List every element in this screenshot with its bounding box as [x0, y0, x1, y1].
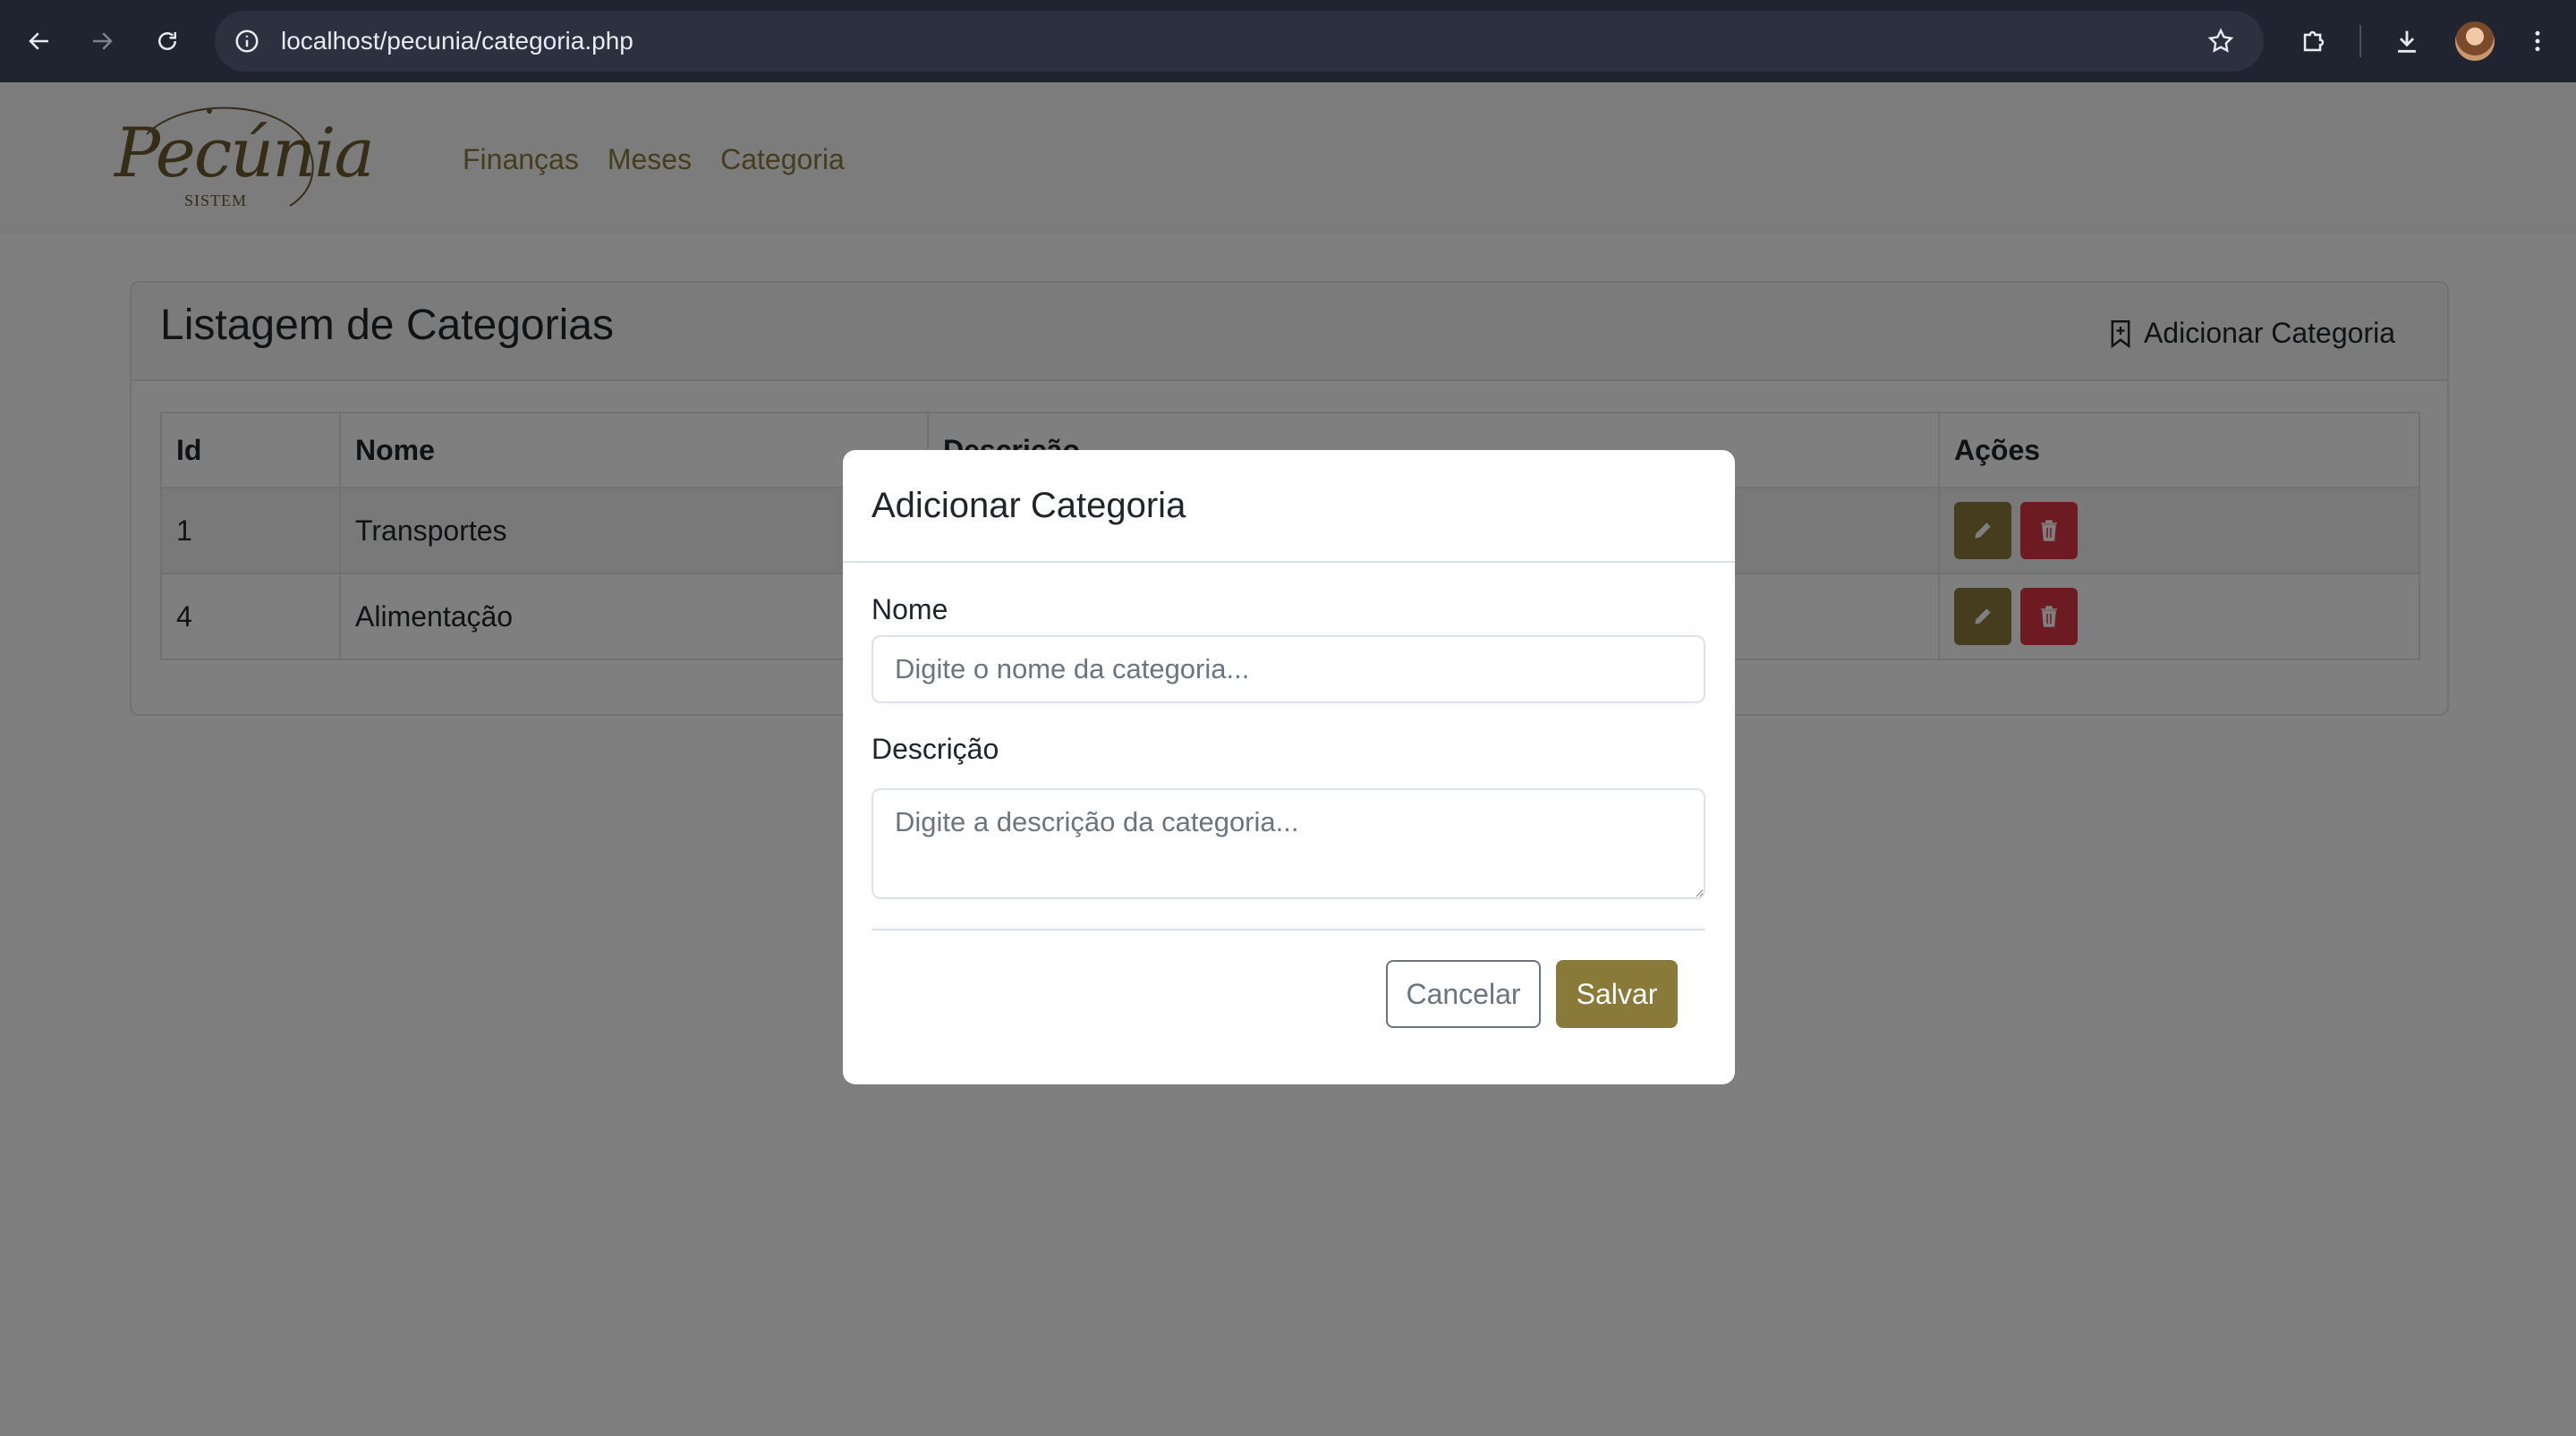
reload-icon[interactable] [146, 20, 189, 63]
nome-input[interactable] [871, 635, 1705, 703]
modal-title: Adicionar Categoria [871, 486, 1186, 525]
descricao-label: Descrição [871, 733, 999, 765]
forward-arrow-icon[interactable] [81, 20, 123, 63]
toolbar-separator [2359, 25, 2361, 57]
site-info-icon[interactable] [229, 23, 265, 59]
more-menu-icon[interactable] [2516, 20, 2559, 63]
download-icon[interactable] [2385, 20, 2428, 63]
extensions-icon[interactable] [2292, 20, 2335, 63]
url-text[interactable]: localhost/pecunia/categoria.php [281, 11, 633, 72]
modal-header: Adicionar Categoria [843, 450, 1735, 563]
address-bar[interactable]: localhost/pecunia/categoria.php [215, 11, 2264, 72]
modal-footer-divider [871, 929, 1705, 930]
browser-toolbar: localhost/pecunia/categoria.php [0, 0, 2576, 82]
nome-label: Nome [871, 593, 948, 625]
descricao-textarea[interactable] [871, 788, 1705, 899]
add-category-modal: Adicionar Categoria Nome Descrição Cance… [843, 450, 1735, 1084]
back-arrow-icon[interactable] [18, 20, 61, 63]
cancel-button[interactable]: Cancelar [1386, 960, 1541, 1028]
profile-avatar[interactable] [2455, 21, 2495, 61]
bookmark-star-icon[interactable] [2203, 23, 2239, 59]
save-button[interactable]: Salvar [1556, 960, 1678, 1028]
